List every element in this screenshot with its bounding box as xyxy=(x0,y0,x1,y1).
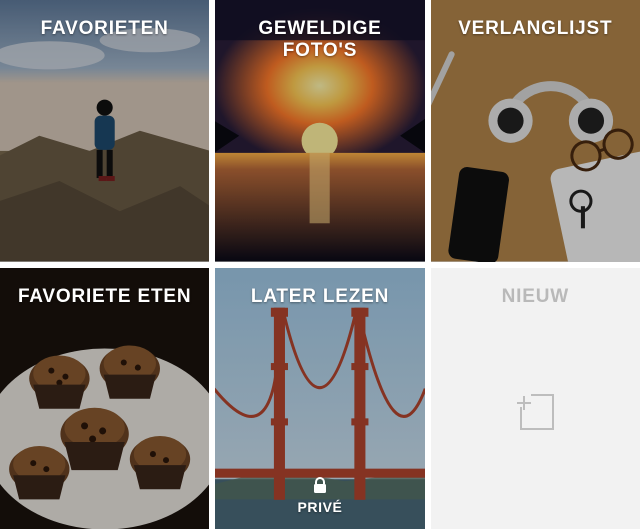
tile-title: GEWELDIGE FOTO'S xyxy=(215,18,424,62)
private-label: PRIVÉ xyxy=(297,499,342,515)
collection-tile-geweldige-fotos[interactable]: GEWELDIGE FOTO'S xyxy=(215,0,424,262)
tile-title: FAVORIETEN xyxy=(0,18,209,40)
tile-title: FAVORIETE ETEN xyxy=(0,286,209,308)
collection-tile-verlanglijst[interactable]: VERLANGLIJST xyxy=(431,0,640,262)
add-collection-icon xyxy=(509,385,561,437)
tile-title: LATER LEZEN xyxy=(215,286,424,308)
collection-tile-favoriete-eten[interactable]: FAVORIETE ETEN xyxy=(0,268,209,529)
collection-tile-later-lezen[interactable]: LATER LEZEN PRIVÉ xyxy=(215,268,424,529)
collections-grid: FAVORIETEN xyxy=(0,0,640,529)
collection-tile-favorieten[interactable]: FAVORIETEN xyxy=(0,0,209,262)
tile-title: VERLANGLIJST xyxy=(431,18,640,40)
collection-tile-new[interactable]: NIEUW xyxy=(431,268,640,529)
tile-title: NIEUW xyxy=(431,286,640,308)
private-badge: PRIVÉ xyxy=(215,477,424,515)
lock-icon xyxy=(312,477,328,495)
